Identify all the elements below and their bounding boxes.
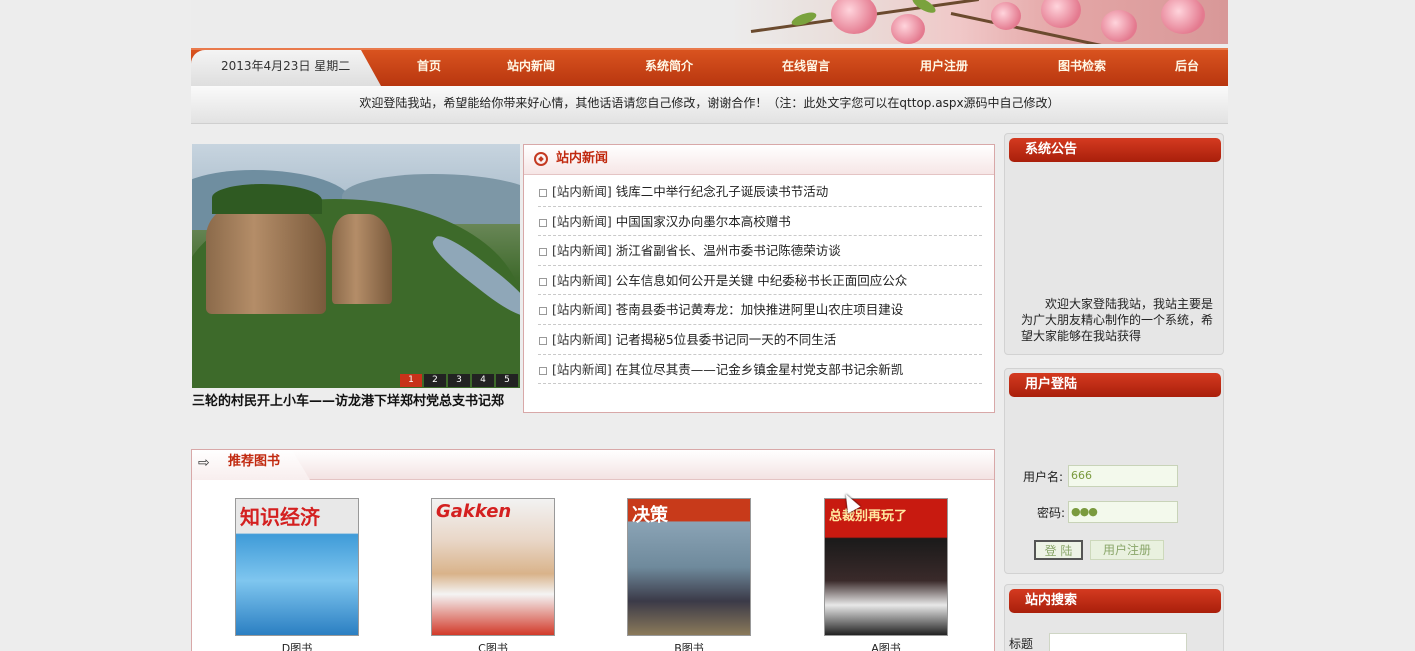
news-category: [站内新闻] [552, 272, 612, 288]
news-list: [站内新闻] 钱库二中举行纪念孔子诞辰读书节活动 [站内新闻] 中国国家汉办向墨… [538, 177, 982, 385]
notice-text: 欢迎大家登陆我站，我站主要是为广大朋友精心制作的一个系统，希望大家能够在我站获得 [1021, 297, 1214, 343]
username-label: 用户名: [1023, 470, 1064, 484]
cover-title: 总裁别再玩了 [829, 509, 908, 524]
book-name[interactable]: D图书 [235, 640, 359, 651]
login-panel: 用户登陆 用户名: 666 密码: ●●● 登 陆 用户注册 [1004, 368, 1224, 574]
book-card[interactable]: 知识经济 D图书 [235, 498, 359, 651]
slide-page-3[interactable]: 3 [448, 374, 470, 387]
news-item-title[interactable]: 苍南县委书记黄寿龙：加快推进阿里山农庄项目建设 [616, 302, 904, 317]
cover-title: 知识经济 [240, 505, 320, 529]
news-item[interactable]: [站内新闻] 公车信息如何公开是关键 中纪委秘书长正面回应公众 [538, 266, 982, 296]
notice-panel: 系统公告 欢迎大家登陆我站，我站主要是为广大朋友精心制作的一个系统，希望大家能够… [1004, 133, 1224, 355]
welcome-message: 欢迎登陆我站，希望能给你带来好心情，其他话语请您自己修改，谢谢合作！（注：此处文… [191, 86, 1228, 124]
book-cover[interactable]: Gakken [431, 498, 555, 636]
news-diamond-icon [534, 152, 548, 166]
login-title: 用户登陆 [1009, 373, 1221, 397]
book-card[interactable]: Gakken C图书 [431, 498, 555, 651]
search-title: 站内搜索 [1009, 589, 1221, 613]
recommended-books: ⇨ 推荐图书 知识经济 D图书 Gakken C图书 决策 B图书 总裁别再玩了 [191, 449, 995, 651]
nav-admin[interactable]: 后台 [1175, 50, 1199, 86]
cliff-decoration [332, 214, 392, 304]
book-card[interactable]: 决策 B图书 [627, 498, 751, 651]
username-input[interactable]: 666 [1068, 465, 1178, 487]
news-item-title[interactable]: 中国国家汉办向墨尔本高校赠书 [616, 214, 791, 229]
slide-page-1[interactable]: 1 [400, 374, 422, 387]
slide-page-2[interactable]: 2 [424, 374, 446, 387]
book-cover[interactable]: 知识经济 [235, 498, 359, 636]
tree-cap-decoration [212, 184, 322, 214]
news-category: [站内新闻] [552, 243, 612, 259]
flower-decoration [1101, 10, 1137, 42]
news-item-title[interactable]: 公车信息如何公开是关键 中纪委秘书长正面回应公众 [616, 273, 907, 288]
book-name[interactable]: A图书 [824, 640, 948, 651]
news-header: 站内新闻 [524, 145, 994, 175]
nav-site-news[interactable]: 站内新闻 [507, 50, 555, 86]
news-item[interactable]: [站内新闻] 在其位尽其责——记金乡镇金星村党支部书记余新凯 [538, 355, 982, 385]
slide-page-5[interactable]: 5 [496, 374, 518, 387]
cliff-decoration [206, 204, 326, 314]
news-item-title[interactable]: 钱库二中举行纪念孔子诞辰读书节活动 [616, 184, 829, 199]
nav-guestbook[interactable]: 在线留言 [782, 50, 830, 86]
flower-decoration [1041, 0, 1081, 28]
book-cover[interactable]: 决策 [627, 498, 751, 636]
search-label: 标题 [1009, 637, 1034, 651]
nav-book-search[interactable]: 图书检索 [1058, 50, 1106, 86]
news-category: [站内新闻] [552, 213, 612, 229]
date-display: 2013年4月23日 星期二 [191, 50, 381, 86]
cover-title: Gakken [436, 501, 512, 522]
books-title: 推荐图书 [228, 454, 281, 469]
news-slideshow[interactable]: 1 2 3 4 5 [192, 144, 520, 388]
books-header: ⇨ 推荐图书 [192, 450, 994, 480]
news-box: 站内新闻 [站内新闻] 钱库二中举行纪念孔子诞辰读书节活动 [站内新闻] 中国国… [523, 144, 995, 413]
flower-decoration [831, 0, 877, 34]
flower-decoration [891, 14, 925, 44]
news-category: [站内新闻] [552, 184, 612, 199]
nav-user-register[interactable]: 用户注册 [920, 50, 968, 86]
flower-decoration [991, 2, 1021, 30]
search-panel: 站内搜索 标题 [1004, 584, 1224, 651]
top-banner [191, 0, 1228, 44]
arrow-right-icon: ⇨ [198, 455, 210, 471]
news-category: [站内新闻] [552, 331, 612, 347]
register-button[interactable]: 用户注册 [1090, 540, 1164, 560]
main-nav: 2013年4月23日 星期二 首页 站内新闻 系统简介 在线留言 用户注册 图书… [191, 48, 1228, 86]
news-item[interactable]: [站内新闻] 苍南县委书记黄寿龙：加快推进阿里山农庄项目建设 [538, 295, 982, 325]
slideshow-pager: 1 2 3 4 5 [400, 374, 518, 387]
nav-system-intro[interactable]: 系统简介 [645, 50, 693, 86]
nav-home[interactable]: 首页 [417, 50, 441, 86]
news-title: 站内新闻 [556, 151, 609, 166]
page: 2013年4月23日 星期二 首页 站内新闻 系统简介 在线留言 用户注册 图书… [0, 0, 1415, 651]
book-card[interactable]: 总裁别再玩了 A图书 [824, 498, 948, 651]
notice-title: 系统公告 [1009, 138, 1221, 162]
branch-decoration [950, 12, 1108, 44]
search-input[interactable] [1049, 633, 1187, 651]
book-name[interactable]: B图书 [627, 640, 751, 651]
book-name[interactable]: C图书 [431, 640, 555, 651]
book-cover[interactable]: 总裁别再玩了 [824, 498, 948, 636]
news-item-title[interactable]: 浙江省副省长、温州市委书记陈德荣访谈 [616, 243, 841, 258]
slide-page-4[interactable]: 4 [472, 374, 494, 387]
news-item[interactable]: [站内新闻] 中国国家汉办向墨尔本高校赠书 [538, 207, 982, 237]
cover-title: 决策 [632, 505, 668, 526]
password-input[interactable]: ●●● [1068, 501, 1178, 523]
slideshow-caption[interactable]: 三轮的村民开上小车——访龙港下垟郑村党总支书记郑 [192, 390, 522, 409]
news-category: [站内新闻] [552, 302, 612, 318]
news-item[interactable]: [站内新闻] 记者揭秘5位县委书记同一天的不同生活 [538, 325, 982, 355]
news-item-title[interactable]: 记者揭秘5位县委书记同一天的不同生活 [616, 332, 836, 347]
password-label: 密码: [1037, 506, 1066, 520]
flower-decoration [1161, 0, 1205, 34]
news-item[interactable]: [站内新闻] 钱库二中举行纪念孔子诞辰读书节活动 [538, 177, 982, 207]
login-button[interactable]: 登 陆 [1034, 540, 1083, 560]
news-category: [站内新闻] [552, 361, 612, 377]
news-item-title[interactable]: 在其位尽其责——记金乡镇金星村党支部书记余新凯 [616, 362, 904, 377]
news-item[interactable]: [站内新闻] 浙江省副省长、温州市委书记陈德荣访谈 [538, 236, 982, 266]
